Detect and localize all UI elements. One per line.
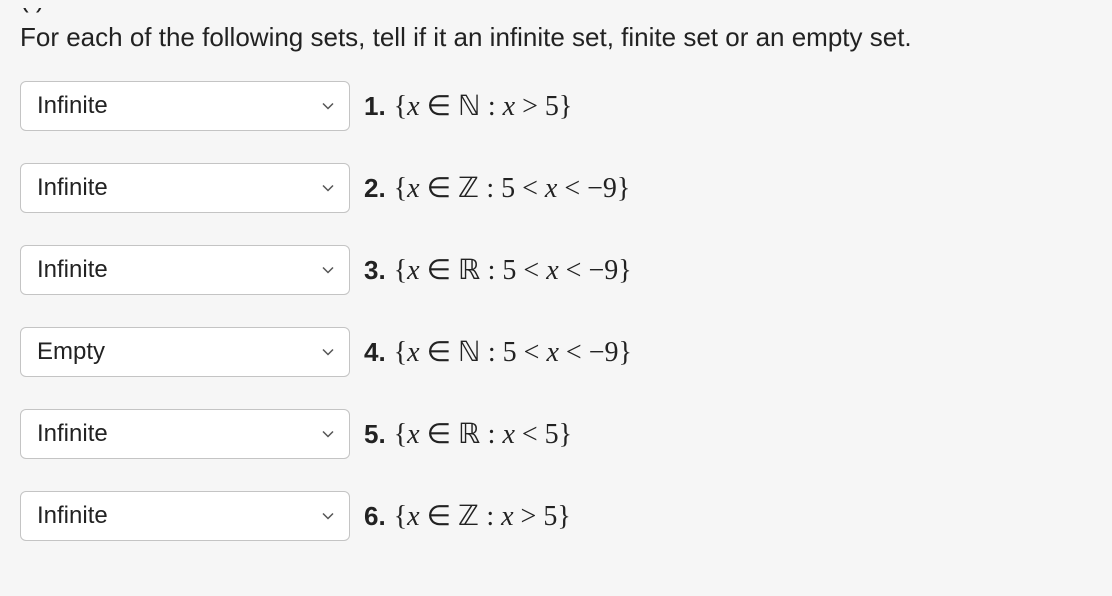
- answer-select-value: Infinite: [37, 174, 108, 202]
- question-number: 4.: [364, 337, 386, 368]
- answer-select-4[interactable]: Empty: [20, 327, 350, 377]
- question-label: 3. {x ∈ ℝ : 5 < x < −9}: [364, 253, 632, 287]
- answer-select-value: Infinite: [37, 92, 108, 120]
- answer-select-value: Empty: [37, 338, 105, 366]
- answer-select-value: Infinite: [37, 256, 108, 284]
- question-label: 4. {x ∈ ℕ : 5 < x < −9}: [364, 335, 632, 369]
- question-label: 1. {x ∈ ℕ : x > 5}: [364, 89, 572, 123]
- question-row: Infinite 5. {x ∈ ℝ : x < 5}: [20, 409, 1092, 459]
- question-expression: {x ∈ ℝ : 5 < x < −9}: [394, 253, 632, 287]
- chevron-down-icon: [321, 263, 335, 277]
- chevron-down-icon: [321, 99, 335, 113]
- chevron-down-icon: [321, 509, 335, 523]
- question-expression: {x ∈ ℝ : x < 5}: [394, 417, 572, 451]
- question-row: Infinite 3. {x ∈ ℝ : 5 < x < −9}: [20, 245, 1092, 295]
- question-rows: Infinite 1. {x ∈ ℕ : x > 5} Infinite 2. …: [20, 81, 1092, 541]
- question-number: 3.: [364, 255, 386, 286]
- question-number: 6.: [364, 501, 386, 532]
- question-expression: {x ∈ ℤ : x > 5}: [394, 499, 571, 533]
- question-row: Empty 4. {x ∈ ℕ : 5 < x < −9}: [20, 327, 1092, 377]
- answer-select-2[interactable]: Infinite: [20, 163, 350, 213]
- question-row: Infinite 6. {x ∈ ℤ : x > 5}: [20, 491, 1092, 541]
- answer-select-value: Infinite: [37, 502, 108, 530]
- question-number: 5.: [364, 419, 386, 450]
- question-expression: {x ∈ ℤ : 5 < x < −9}: [394, 171, 631, 205]
- chevron-down-icon: [321, 427, 335, 441]
- answer-select-5[interactable]: Infinite: [20, 409, 350, 459]
- answer-select-value: Infinite: [37, 420, 108, 448]
- question-label: 2. {x ∈ ℤ : 5 < x < −9}: [364, 171, 630, 205]
- question-label: 6. {x ∈ ℤ : x > 5}: [364, 499, 571, 533]
- question-number: 2.: [364, 173, 386, 204]
- question-expression: {x ∈ ℕ : x > 5}: [394, 89, 573, 123]
- question-expression: {x ∈ ℕ : 5 < x < −9}: [394, 335, 632, 369]
- question-row: Infinite 2. {x ∈ ℤ : 5 < x < −9}: [20, 163, 1092, 213]
- partial-previous-content: ( ): [20, 8, 1092, 18]
- chevron-down-icon: [321, 345, 335, 359]
- answer-select-6[interactable]: Infinite: [20, 491, 350, 541]
- question-label: 5. {x ∈ ℝ : x < 5}: [364, 417, 572, 451]
- answer-select-3[interactable]: Infinite: [20, 245, 350, 295]
- answer-select-1[interactable]: Infinite: [20, 81, 350, 131]
- chevron-down-icon: [321, 181, 335, 195]
- partial-text: ( ): [20, 8, 45, 14]
- instructions-text: For each of the following sets, tell if …: [20, 22, 1092, 53]
- question-number: 1.: [364, 91, 386, 122]
- question-row: Infinite 1. {x ∈ ℕ : x > 5}: [20, 81, 1092, 131]
